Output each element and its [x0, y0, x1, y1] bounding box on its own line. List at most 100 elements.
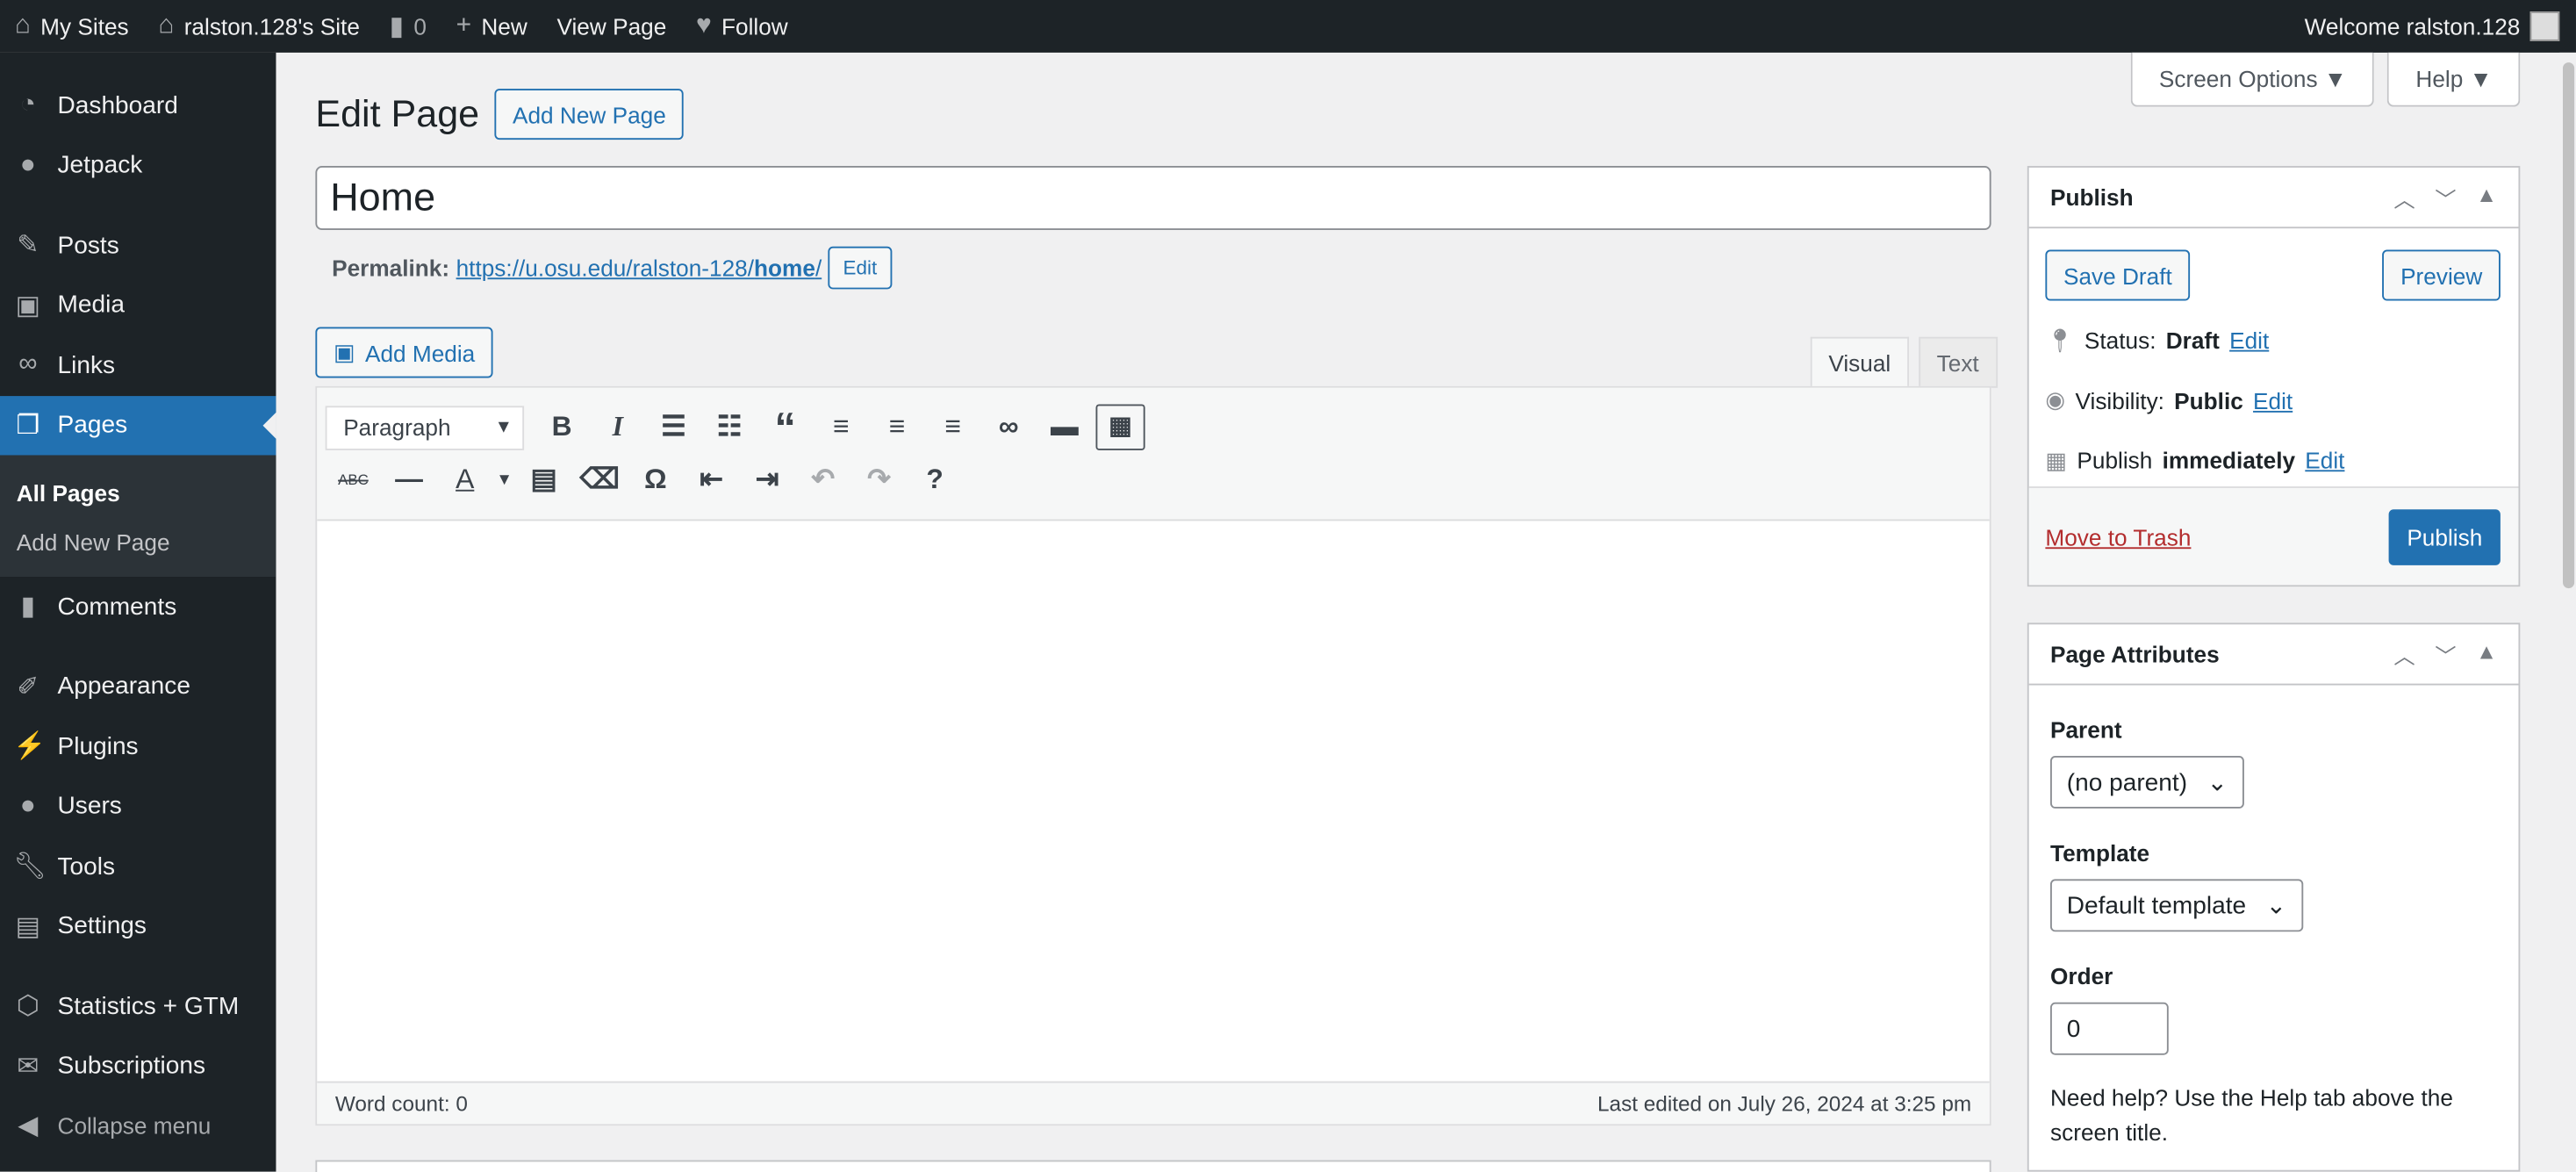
align-right-icon[interactable]: ≡	[925, 411, 981, 443]
numbered-list-icon[interactable]: ☷	[701, 411, 757, 443]
text-color-dropdown-icon[interactable]: ▼	[493, 471, 516, 489]
eye-icon: ◉	[2045, 386, 2066, 413]
view-page-link[interactable]: View Page	[542, 0, 682, 53]
move-down-icon[interactable]: ﹀	[2435, 638, 2456, 670]
move-to-trash-link[interactable]: Move to Trash	[2045, 523, 2191, 550]
collapse-icon: ◀	[18, 1112, 39, 1141]
collapse-toggle-icon[interactable]: ▲	[2476, 638, 2497, 670]
paste-text-icon[interactable]: ▤	[516, 464, 572, 496]
content-editor: Paragraph ▼ B I ☰ ☷ “ ≡ ≡ ≡ ∞ ▬ ▦ ABC — A…	[315, 385, 1991, 1126]
add-new-page-button[interactable]: Add New Page	[494, 89, 685, 140]
help-text: Need help? Use the Help tab above the sc…	[2050, 1084, 2453, 1146]
collapse-toggle-icon[interactable]: ▲	[2476, 182, 2497, 213]
permalink-link[interactable]: https://u.osu.edu/ralston-128/home/	[456, 255, 822, 281]
sidebar-item-posts[interactable]: ✎ Posts	[0, 215, 276, 275]
bold-icon[interactable]: B	[534, 411, 590, 443]
outdent-icon[interactable]: ⇤	[684, 464, 740, 496]
account-menu[interactable]: Welcome ralston.128	[2305, 11, 2576, 41]
edit-status-link[interactable]: Edit	[2229, 327, 2269, 354]
special-character-icon[interactable]: Ω	[628, 464, 684, 496]
admin-bar: ⌂ My Sites ⌂ ralston.128's Site ▮ 0 + New Vi…	[0, 0, 2576, 53]
page-title: Edit Page	[315, 91, 480, 135]
order-input[interactable]: 0	[2050, 1002, 2169, 1055]
align-center-icon[interactable]: ≡	[869, 411, 925, 443]
move-up-icon[interactable]: ︿	[2393, 182, 2415, 213]
sidebar-item-dashboard[interactable]: ◔ Dashboard	[0, 75, 276, 135]
dashboard-icon: ◔	[19, 90, 36, 119]
chevron-down-icon: ⌄	[2206, 769, 2228, 797]
sidebar-item-links[interactable]: ∞ Links	[0, 335, 276, 395]
stats-icon: ⬡	[16, 993, 39, 1021]
brush-icon: ✐	[17, 672, 39, 701]
comments-link[interactable]: ▮ 0	[375, 0, 441, 53]
wrench-icon: 🔧︎	[12, 852, 47, 881]
title-input[interactable]: Home	[315, 166, 1991, 231]
sidebar-item-appearance[interactable]: ✐ Appearance	[0, 657, 276, 716]
edit-visibility-link[interactable]: Edit	[2253, 387, 2293, 413]
word-count: Word count: 0	[334, 1090, 468, 1116]
read-more-icon[interactable]: ▬	[1037, 411, 1093, 443]
sidebar-item-statistics[interactable]: ⬡ Statistics + GTM	[0, 976, 276, 1036]
sidebar-item-media[interactable]: ▣ Media	[0, 276, 276, 335]
new-link[interactable]: + New	[441, 0, 542, 53]
sidebar-item-pages[interactable]: ❐ Pages	[0, 395, 276, 456]
blockquote-icon[interactable]: “	[757, 406, 814, 449]
user-icon: ●	[19, 791, 36, 820]
italic-icon[interactable]: I	[590, 411, 646, 443]
sidebar-item-plugins[interactable]: ⚡ Plugins	[0, 716, 276, 776]
publish-button[interactable]: Publish	[2388, 508, 2501, 564]
site-link[interactable]: ⌂ ralston.128's Site	[144, 0, 375, 53]
settings-icon: ▤	[15, 913, 40, 942]
heart-icon: ♥	[695, 11, 712, 40]
strikethrough-icon[interactable]: ABC	[326, 471, 382, 488]
submenu-add-new-page[interactable]: Add New Page	[0, 518, 276, 567]
sidebar-item-users[interactable]: ● Users	[0, 776, 276, 836]
format-select[interactable]: Paragraph ▼	[325, 405, 525, 449]
submenu-all-pages[interactable]: All Pages	[0, 468, 276, 517]
tab-visual[interactable]: Visual	[1810, 336, 1909, 388]
scrollbar[interactable]	[2559, 52, 2576, 1172]
bullet-list-icon[interactable]: ☰	[646, 411, 702, 443]
pages-submenu: All Pages Add New Page	[0, 455, 276, 578]
last-edited: Last edited on July 26, 2024 at 3:25 pm	[1597, 1090, 1972, 1116]
link-icon[interactable]: ∞	[980, 411, 1037, 443]
indent-icon[interactable]: ⇥	[739, 464, 795, 496]
plus-icon: +	[456, 11, 472, 40]
dropdown-arrow-icon: ▼	[494, 417, 513, 437]
add-media-button[interactable]: ▣ Add Media	[315, 327, 493, 378]
sidebar-item-comments[interactable]: ▮ Comments	[0, 577, 276, 636]
collapse-menu-button[interactable]: ◀ Collapse menu	[0, 1096, 276, 1155]
align-left-icon[interactable]: ≡	[814, 411, 870, 443]
chevron-down-icon: ⌄	[2265, 892, 2287, 921]
template-select[interactable]: Default template ⌄	[2050, 879, 2303, 932]
move-up-icon[interactable]: ︿	[2393, 638, 2415, 670]
clear-formatting-icon[interactable]: ⌫	[571, 464, 628, 496]
my-sites-link[interactable]: ⌂ My Sites	[0, 0, 144, 53]
tab-text[interactable]: Text	[1919, 336, 1998, 388]
text-color-icon[interactable]: A	[437, 464, 493, 496]
sidebar-item-tools[interactable]: 🔧︎ Tools	[0, 837, 276, 896]
follow-link[interactable]: ♥ Follow	[681, 0, 802, 53]
redo-icon[interactable]: ↷	[851, 464, 908, 496]
horizontal-line-icon[interactable]: —	[381, 464, 437, 496]
permalink: Permalink: https://u.osu.edu/ralston-128…	[332, 246, 893, 290]
editor-body[interactable]	[317, 521, 1989, 1046]
edit-permalink-button[interactable]: Edit	[828, 246, 893, 290]
sidebar-item-subscriptions[interactable]: ✉ Subscriptions	[0, 1036, 276, 1096]
sidebar-item-settings[interactable]: ▤ Settings	[0, 896, 276, 956]
move-down-icon[interactable]: ﹀	[2435, 182, 2456, 213]
screen-options-button[interactable]: Screen Options ▼	[2131, 52, 2375, 107]
toolbar-toggle-icon[interactable]: ▦	[1095, 404, 1145, 450]
preview-button[interactable]: Preview	[2382, 249, 2501, 301]
publish-box: Publish ︿ ﹀ ▲ Save Draft Preview 📍︎ Status: D…	[2027, 166, 2521, 587]
avatar	[2529, 11, 2560, 41]
undo-icon[interactable]: ↶	[795, 464, 851, 496]
sidebar: ◔ Dashboard ● Jetpack ✎ Posts ▣ Media ∞ Links…	[0, 52, 276, 1172]
sidebar-item-jetpack[interactable]: ● Jetpack	[0, 135, 276, 195]
edit-schedule-link[interactable]: Edit	[2305, 448, 2344, 474]
help-icon[interactable]: ?	[907, 464, 963, 496]
parent-select[interactable]: (no parent) ⌄	[2050, 756, 2244, 809]
save-draft-button[interactable]: Save Draft	[2045, 249, 2191, 301]
help-button[interactable]: Help ▼	[2387, 52, 2521, 107]
media-icon: ▣	[333, 338, 355, 365]
